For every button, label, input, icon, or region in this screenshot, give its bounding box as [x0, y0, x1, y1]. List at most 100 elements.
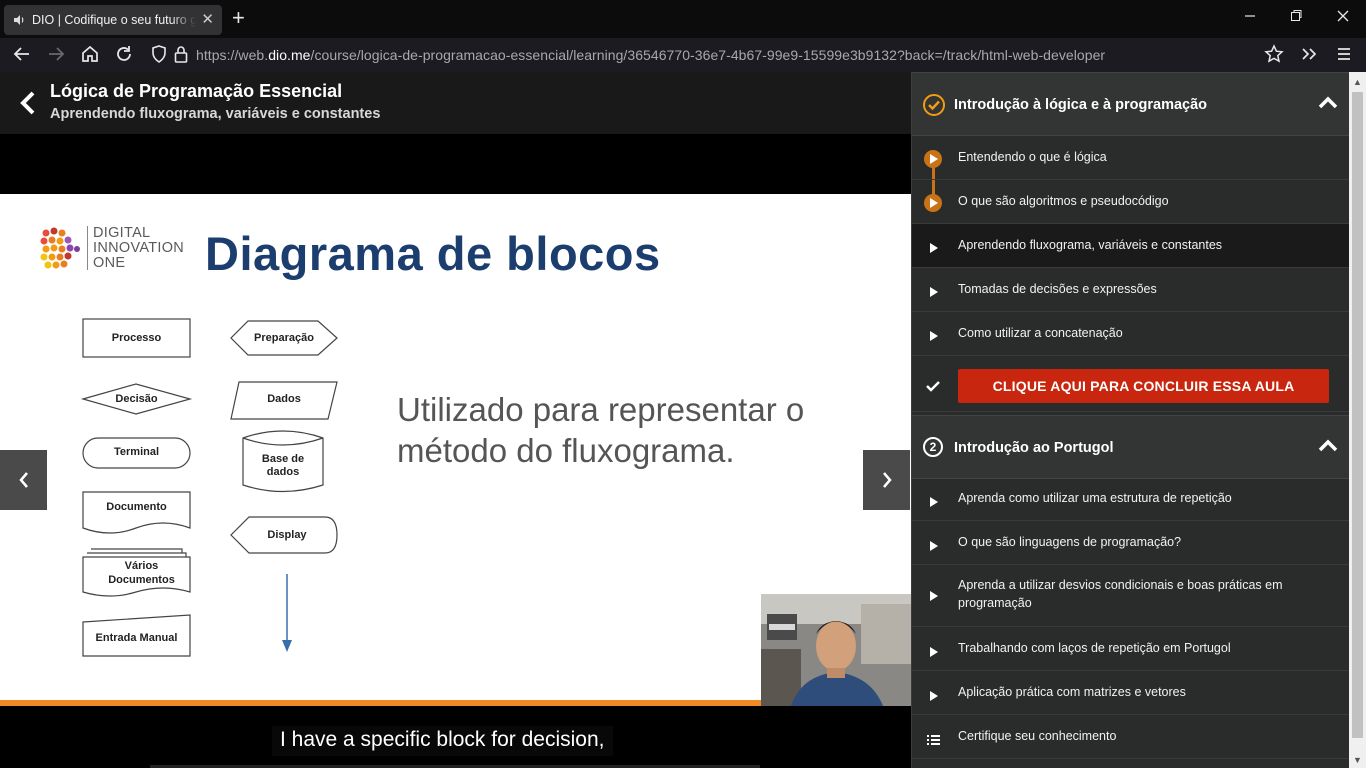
lesson-item[interactable]: Aplicação prática com matrizes e vetores: [912, 671, 1350, 715]
play-icon: [924, 194, 942, 212]
lesson-title: Tomadas de decisões e expressões: [958, 282, 1157, 296]
lesson-title: Trabalhando com laços de repetição em Po…: [958, 641, 1231, 655]
url-domain: dio.me: [268, 47, 311, 63]
scroll-up-icon[interactable]: ▲: [1353, 77, 1362, 87]
lesson-title: Certifique seu conhecimento: [958, 729, 1117, 743]
checkmark-icon: [925, 378, 941, 394]
overflow-menu-icon[interactable]: [1300, 44, 1318, 68]
bookmark-star-icon[interactable]: [1264, 44, 1284, 68]
block-entrada-manual: Entrada Manual: [95, 632, 178, 644]
play-icon: [925, 240, 941, 256]
chevron-left-icon[interactable]: [18, 90, 38, 121]
lock-icon[interactable]: [173, 44, 189, 68]
flowchart-shapes: [80, 318, 338, 657]
slide-text-line-2: método do fluxograma.: [397, 432, 735, 469]
lesson-title: Aprenda como utilizar uma estrutura de r…: [958, 491, 1232, 505]
address-bar[interactable]: https://web.dio.me/course/logica-de-prog…: [196, 47, 1105, 63]
play-icon: [924, 150, 942, 168]
lesson-item[interactable]: Certifique seu conhecimento: [912, 715, 1350, 759]
block-terminal: Terminal: [113, 446, 160, 458]
shield-icon[interactable]: [150, 44, 168, 68]
lesson-title: O que são algoritmos e pseudocódigo: [958, 194, 1169, 208]
minimize-icon[interactable]: [1244, 8, 1256, 29]
chevron-up-icon[interactable]: [1318, 438, 1338, 457]
lesson-item[interactable]: Tomadas de decisões e expressões: [912, 268, 1350, 312]
block-display: Display: [267, 529, 307, 541]
tab-title: DIO | Codifique o seu futuro global agor…: [32, 13, 196, 27]
block-varios-1: Vários: [124, 560, 159, 572]
browser-nav-bar: https://web.dio.me/course/logica-de-prog…: [0, 38, 1366, 72]
lesson-title: Como utilizar a concatenação: [958, 326, 1123, 340]
block-base-2: dados: [266, 466, 300, 478]
block-processo: Processo: [111, 332, 162, 344]
play-icon: [925, 644, 941, 660]
video-player[interactable]: DIGITAL INNOVATION ONE Diagrama de bloco…: [0, 134, 911, 768]
instructor-webcam: [761, 594, 911, 706]
close-window-icon[interactable]: [1336, 8, 1350, 29]
lesson-item[interactable]: O que são linguagens de programação?: [912, 521, 1350, 565]
new-tab-icon[interactable]: +: [232, 7, 245, 29]
section-2-header[interactable]: 2 Introdução ao Portugol: [912, 415, 1350, 479]
scrollbar-thumb[interactable]: [1352, 92, 1363, 738]
list-icon: [925, 732, 941, 748]
block-decisao: Decisão: [115, 393, 158, 405]
prev-slide-button[interactable]: [0, 450, 47, 510]
back-icon[interactable]: [12, 44, 32, 68]
sidebar-scrollbar[interactable]: ▲ ▼: [1349, 72, 1366, 768]
course-header: Lógica de Programação Essencial Aprenden…: [0, 72, 911, 134]
browser-tab-bar: DIO | Codifique o seu futuro global agor…: [0, 0, 1366, 38]
lesson-title: Aprendendo fluxograma, variáveis e const…: [958, 238, 1223, 252]
check-circle-icon: [923, 94, 945, 116]
next-slide-button[interactable]: [863, 450, 910, 510]
section-1-header[interactable]: Introdução à lógica e à programação: [912, 72, 1350, 136]
lesson-item[interactable]: Entendendo o que é lógica: [912, 136, 1350, 180]
restore-icon[interactable]: [1290, 8, 1303, 29]
slide-text: Utilizado para representar o método do f…: [397, 389, 804, 471]
home-icon[interactable]: [80, 44, 100, 68]
subtitle-caption: I have a specific block for decision,: [272, 726, 613, 756]
lesson-subtitle: Aprendendo fluxograma, variáveis e const…: [50, 106, 381, 122]
block-preparacao: Preparação: [254, 332, 314, 344]
reload-icon[interactable]: [114, 44, 134, 68]
block-base-1: Base de: [261, 453, 305, 465]
block-documento: Documento: [106, 501, 167, 513]
lesson-title-line-1: Aprenda a utilizar desvios condicionais …: [958, 578, 1283, 592]
chevron-up-icon[interactable]: [1318, 95, 1338, 114]
browser-tab[interactable]: DIO | Codifique o seu futuro global agor…: [4, 5, 222, 35]
tab-close-icon[interactable]: ✕: [201, 12, 214, 27]
lesson-title: Entendendo o que é lógica: [958, 150, 1107, 164]
lesson-title-line-2: programação: [958, 596, 1032, 610]
lesson-item[interactable]: O que são algoritmos e pseudocódigo: [912, 180, 1350, 224]
play-icon: [925, 588, 941, 604]
lesson-item[interactable]: Aprenda como utilizar uma estrutura de r…: [912, 477, 1350, 521]
url-path: /course/logica-de-programacao-essencial/…: [310, 47, 1106, 63]
url-prefix: https://web.: [196, 47, 269, 63]
chevron-right-icon: [882, 472, 892, 488]
play-icon: [925, 328, 941, 344]
conclude-lesson-button[interactable]: CLIQUE AQUI PARA CONCLUIR ESSA AULA: [958, 369, 1329, 403]
course-sidebar: Introdução à lógica e à programação Ente…: [911, 72, 1350, 768]
block-dados: Dados: [267, 393, 301, 405]
lesson-title: Aplicação prática com matrizes e vetores: [958, 685, 1186, 699]
forward-icon[interactable]: [46, 44, 66, 68]
slide-text-line-1: Utilizado para representar o: [397, 391, 805, 428]
section-2-title: Introdução ao Portugol: [954, 440, 1114, 456]
lesson-item[interactable]: Trabalhando com laços de repetição em Po…: [912, 627, 1350, 671]
hamburger-menu-icon[interactable]: [1336, 44, 1352, 68]
scroll-down-icon[interactable]: ▼: [1353, 755, 1362, 765]
play-icon: [925, 494, 941, 510]
chevron-left-icon: [18, 472, 28, 488]
lesson-item[interactable]: Aprenda a utilizar desvios condicionais …: [912, 565, 1350, 627]
video-progress-bar[interactable]: [0, 700, 761, 706]
lesson-item[interactable]: Como utilizar a concatenação: [912, 312, 1350, 356]
section-number-badge: 2: [923, 437, 943, 457]
lesson-item-active[interactable]: Aprendendo fluxograma, variáveis e const…: [912, 224, 1350, 268]
play-icon: [925, 688, 941, 704]
course-title: Lógica de Programação Essencial: [50, 81, 343, 101]
play-icon: [925, 284, 941, 300]
lesson-title: O que são linguagens de programação?: [958, 535, 1182, 549]
block-varios-2: Documentos: [108, 574, 175, 586]
section-1-title: Introdução à lógica e à programação: [954, 97, 1208, 113]
speaker-icon[interactable]: [12, 13, 26, 27]
play-icon: [925, 538, 941, 554]
